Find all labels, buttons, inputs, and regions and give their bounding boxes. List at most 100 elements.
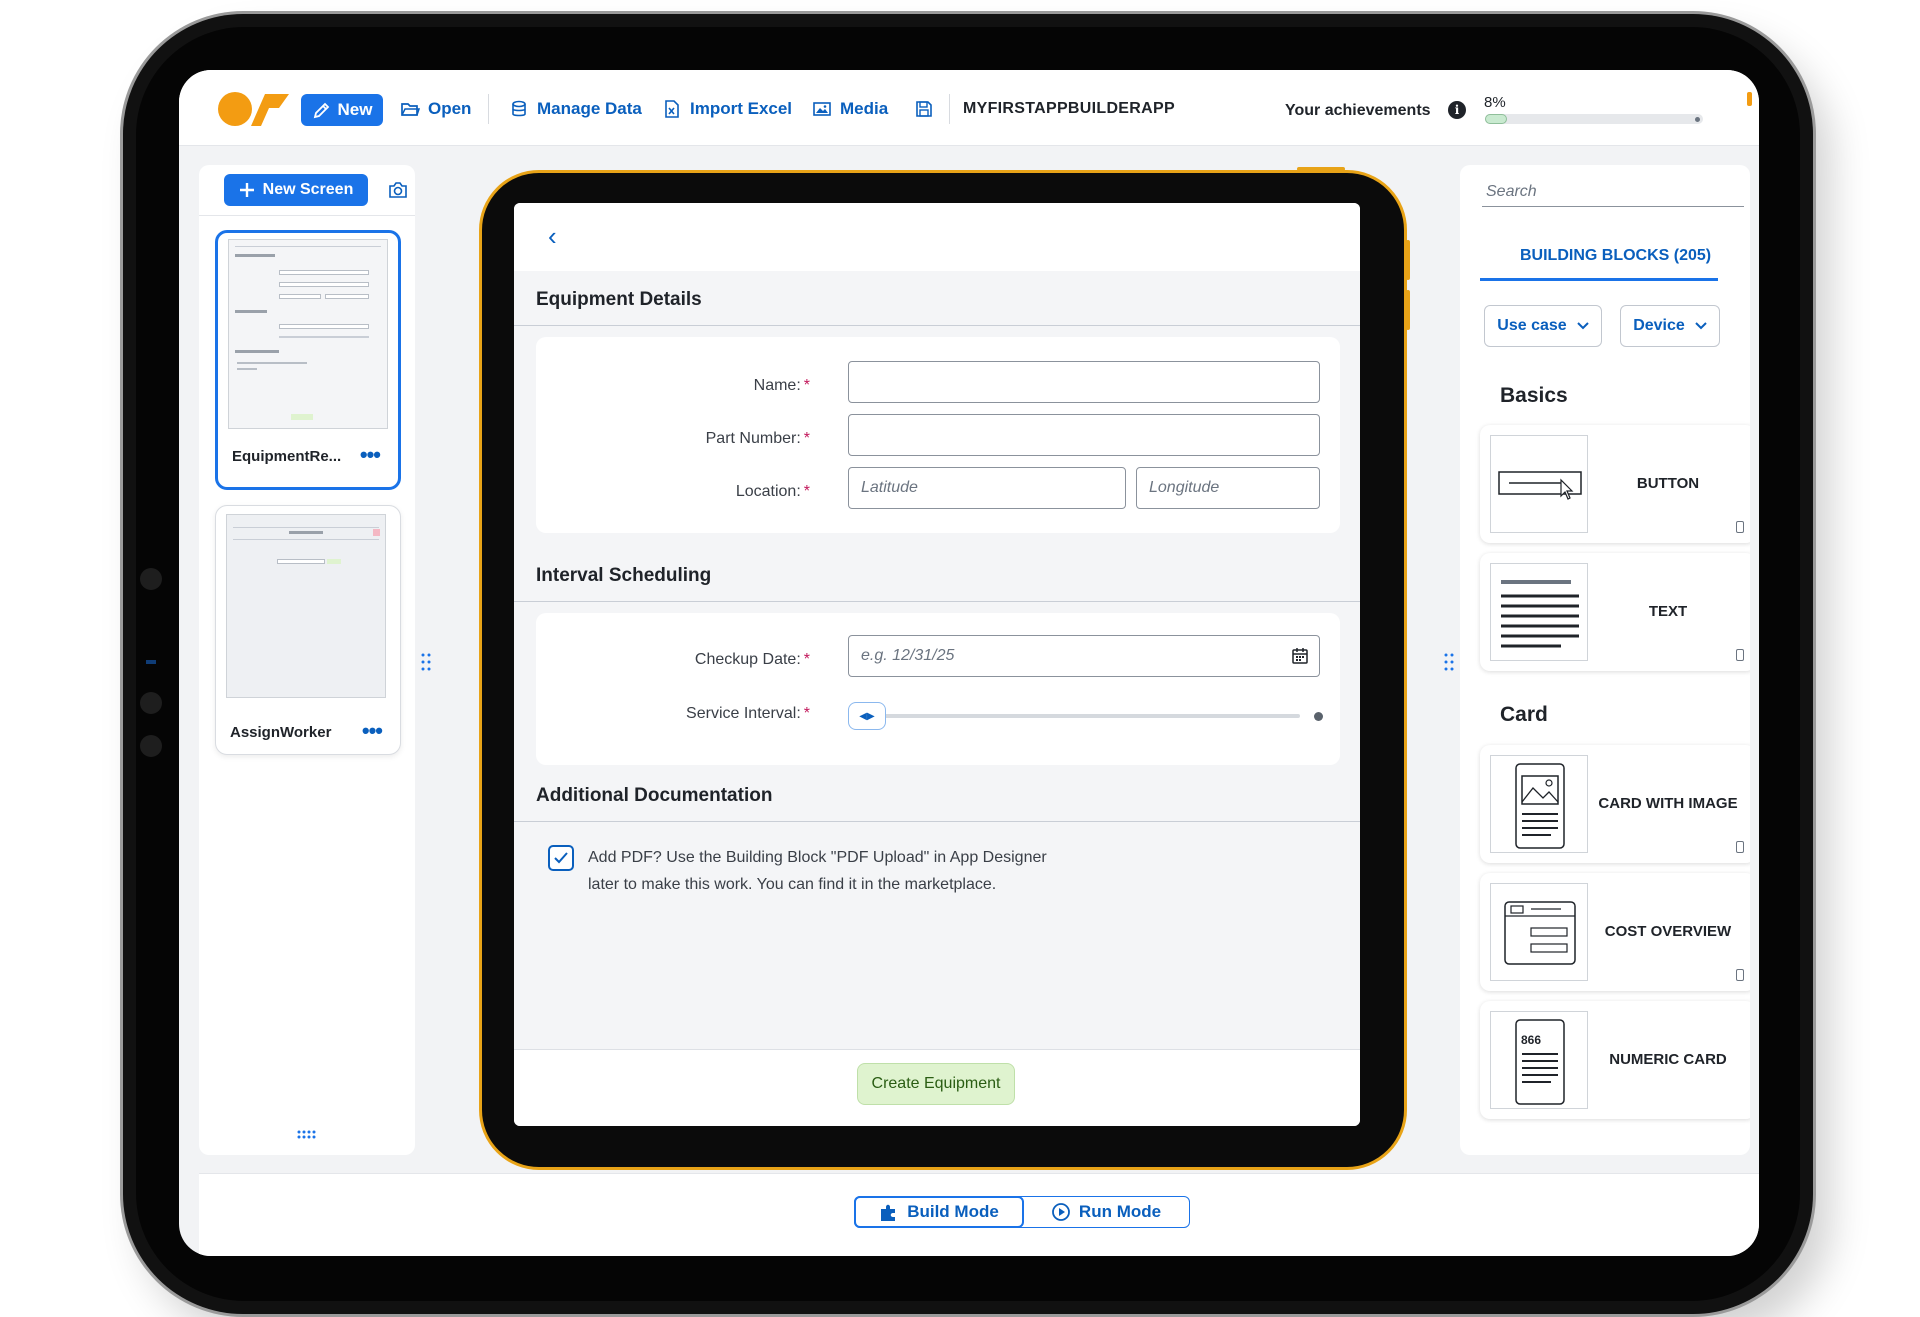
text-block-icon [1490,563,1588,661]
block-name: BUTTON [1636,474,1700,492]
calendar-icon[interactable] [1291,647,1309,665]
achievements-label: Your achievements [1285,102,1431,119]
manage-data-label: Manage Data [537,99,642,118]
app-preview-screen: ‹ Equipment Details Name: * Part Number: *… [514,203,1360,1126]
import-excel-label: Import Excel [690,99,793,118]
save-icon [916,101,932,117]
screen-preview-image [228,239,388,429]
new-label: New [337,100,373,119]
app-logo [218,92,289,126]
category-title: Basics [1500,384,1568,407]
block-text[interactable]: TEXT [1480,553,1750,671]
resize-handle-icon[interactable] [297,1130,317,1140]
media-label: Media [840,99,889,118]
side-button [140,692,162,714]
play-circle-icon [1052,1203,1070,1221]
service-interval-slider-track[interactable] [884,714,1300,718]
toolbar-divider [949,94,950,124]
app-name: MYFIRSTAPPBUILDERAPP [963,100,1175,117]
import-excel-button[interactable]: Import Excel [662,96,792,122]
back-icon[interactable]: ‹ [548,221,557,252]
equipment-form-card: Name: * Part Number: * Location: * Latitude… [536,337,1340,533]
drag-handle-icon[interactable] [1444,652,1454,672]
plus-icon [239,183,254,197]
block-numeric-card[interactable]: 866 NUMERIC CARD [1480,1001,1750,1119]
run-mode-button[interactable]: Run Mode [1023,1197,1189,1227]
slider-end-marker [1314,712,1323,721]
device-icon [1736,841,1744,853]
latitude-input[interactable]: Latitude [848,467,1126,509]
toolbar-divider [488,94,489,124]
camera-indicator [146,660,156,664]
side-button [140,735,162,757]
more-options-icon[interactable]: ••• [362,718,383,744]
open-button[interactable]: Open [400,96,471,122]
screen-name: EquipmentRe... [232,448,342,465]
side-button [140,568,162,590]
device-dropdown[interactable]: Device [1620,305,1720,347]
new-screen-button[interactable]: New Screen [224,174,368,206]
drag-handle-icon[interactable] [421,652,431,672]
device-icon [1736,649,1744,661]
section-divider [514,601,1360,602]
name-input[interactable] [848,361,1320,403]
documentation-text: later to make this work. You can find it… [588,876,997,893]
card-image-block-icon [1490,755,1588,853]
part-number-input[interactable] [848,414,1320,456]
bottom-bar: Build Mode Run Mode [199,1173,1759,1256]
checkmark-icon [554,852,568,864]
block-name: TEXT [1648,602,1688,620]
search-input[interactable]: Search [1482,177,1744,207]
app-screen: New Open Manage Data Import Excel Media … [179,70,1759,1256]
checkup-date-label: Checkup Date: * [694,651,810,668]
block-card-with-image[interactable]: CARD WITH IMAGE [1480,745,1750,863]
achievements-progress-fill [1485,114,1507,124]
documentation-text: Add PDF? Use the Building Block "PDF Upl… [588,849,1047,866]
section-title: Additional Documentation [536,785,773,806]
media-button[interactable]: Media [812,96,888,122]
database-icon [512,100,526,117]
location-label: Location: * [735,483,810,500]
use-case-dropdown[interactable]: Use case [1484,305,1602,347]
more-options-icon[interactable]: ••• [360,442,381,468]
save-button[interactable] [914,96,934,122]
folder-icon [401,103,420,116]
new-screen-label: New Screen [262,181,354,198]
media-icon [813,102,831,116]
block-name: NUMERIC CARD [1609,1050,1727,1068]
chevron-down-icon [1576,322,1589,330]
tab-building-blocks[interactable]: BUILDING BLOCKS (205) [1520,247,1711,265]
screen-thumbnail-equipment[interactable]: EquipmentRe... ••• [215,230,401,490]
numeric-card-block-icon: 866 [1490,1011,1588,1109]
screen-thumbnail-assignworker[interactable]: AssignWorker ••• [215,505,401,755]
part-number-label: Part Number: * [705,430,810,447]
screen-preview-image [226,514,386,698]
interval-form-card: Checkup Date: * e.g. 12/31/25 Service Int… [536,613,1340,765]
section-divider [514,325,1360,326]
checkup-date-input[interactable]: e.g. 12/31/25 [848,635,1320,677]
screen-name: AssignWorker [230,724,332,741]
device-top-button [1297,167,1345,171]
achievements-percent: 8% [1484,94,1506,111]
top-toolbar: New Open Manage Data Import Excel Media … [179,70,1759,146]
camera-icon[interactable] [387,179,409,201]
pdf-checkbox[interactable] [548,845,574,871]
block-button[interactable]: BUTTON [1480,425,1750,543]
section-divider [514,821,1360,822]
open-label: Open [428,99,472,118]
device-side-button [1406,240,1410,280]
longitude-input[interactable]: Longitude [1136,467,1320,509]
manage-data-button[interactable]: Manage Data [509,96,642,122]
build-mode-button[interactable]: Build Mode [854,1196,1024,1228]
block-name: CARD WITH IMAGE [1598,794,1738,812]
screens-panel: New Screen EquipmentRe... ••• AssignWork… [199,165,415,1155]
achievements-progress-bar [1485,114,1703,124]
block-name: COST OVERVIEW [1604,922,1732,940]
slider-handle[interactable]: ◀▶ [848,702,886,730]
create-equipment-button[interactable]: Create Equipment [857,1063,1015,1105]
new-app-button[interactable]: New [301,94,383,126]
building-blocks-panel: Search BUILDING BLOCKS (205) Use case De… [1460,165,1750,1155]
info-icon[interactable]: i [1448,101,1466,119]
section-title: Equipment Details [536,289,702,310]
block-cost-overview[interactable]: COST OVERVIEW [1480,873,1750,991]
